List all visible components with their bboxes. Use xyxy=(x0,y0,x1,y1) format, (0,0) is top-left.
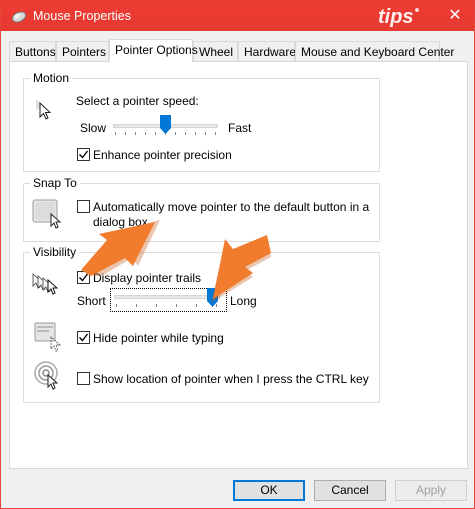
tab-hardware[interactable]: Hardware xyxy=(238,41,296,61)
slow-label: Slow xyxy=(80,121,107,135)
snap-to-checkbox[interactable] xyxy=(77,200,90,213)
cancel-button[interactable]: Cancel xyxy=(314,480,386,501)
title-bar[interactable]: Mouse Properties tips ✕ xyxy=(1,1,474,31)
pointer-trails-icon xyxy=(32,273,59,295)
show-location-icon xyxy=(34,361,59,390)
visibility-group-title: Visibility xyxy=(30,245,80,259)
tab-wheel[interactable]: Wheel xyxy=(193,41,238,61)
tab-strip: Buttons Pointers Pointer Options Wheel H… xyxy=(9,39,469,62)
show-location-label[interactable]: Show location of pointer when I press th… xyxy=(93,372,369,386)
motion-group: Motion Select a pointer speed: Slow Fast… xyxy=(23,71,380,172)
hide-pointer-icon xyxy=(34,322,62,352)
tab-pointers[interactable]: Pointers xyxy=(56,41,109,61)
motion-group-title: Motion xyxy=(30,71,73,85)
annotation-arrow-left-icon xyxy=(81,220,160,276)
fast-label: Fast xyxy=(228,121,252,135)
trail-slider-ticks xyxy=(116,304,217,307)
tab-buttons[interactable]: Buttons xyxy=(9,41,56,61)
tips-logo: tips xyxy=(378,6,419,28)
pointer-options-panel: Motion Select a pointer speed: Slow Fast… xyxy=(9,61,468,469)
mouse-properties-window: Mouse Properties tips ✕ Buttons Pointers… xyxy=(0,0,475,509)
snap-to-group-title: Snap To xyxy=(30,176,80,190)
enhance-precision-checkbox[interactable] xyxy=(77,148,90,161)
hide-pointer-checkbox[interactable] xyxy=(77,331,90,344)
short-label: Short xyxy=(77,294,106,308)
trail-length-slider-track[interactable] xyxy=(114,295,220,299)
pointer-speed-icon xyxy=(36,99,52,120)
hide-pointer-label[interactable]: Hide pointer while typing xyxy=(93,331,224,345)
svg-text:tips: tips xyxy=(378,6,414,28)
show-location-checkbox[interactable] xyxy=(77,372,90,385)
annotation-arrow-right-icon xyxy=(211,235,271,303)
enhance-precision-label[interactable]: Enhance pointer precision xyxy=(93,148,232,162)
close-button[interactable]: ✕ xyxy=(444,5,466,27)
window-title: Mouse Properties xyxy=(33,9,131,23)
speed-slider-thumb[interactable] xyxy=(160,115,171,134)
mouse-icon xyxy=(11,11,27,23)
ok-button[interactable]: OK xyxy=(233,480,305,501)
tab-pointer-options[interactable]: Pointer Options xyxy=(109,39,198,62)
snap-to-icon xyxy=(32,199,62,229)
apply-button[interactable]: Apply xyxy=(395,480,467,501)
snap-to-label-line1[interactable]: Automatically move pointer to the defaul… xyxy=(93,200,369,214)
tab-mouse-keyboard-center[interactable]: Mouse and Keyboard Center xyxy=(295,41,454,61)
speed-label: Select a pointer speed: xyxy=(76,94,199,108)
